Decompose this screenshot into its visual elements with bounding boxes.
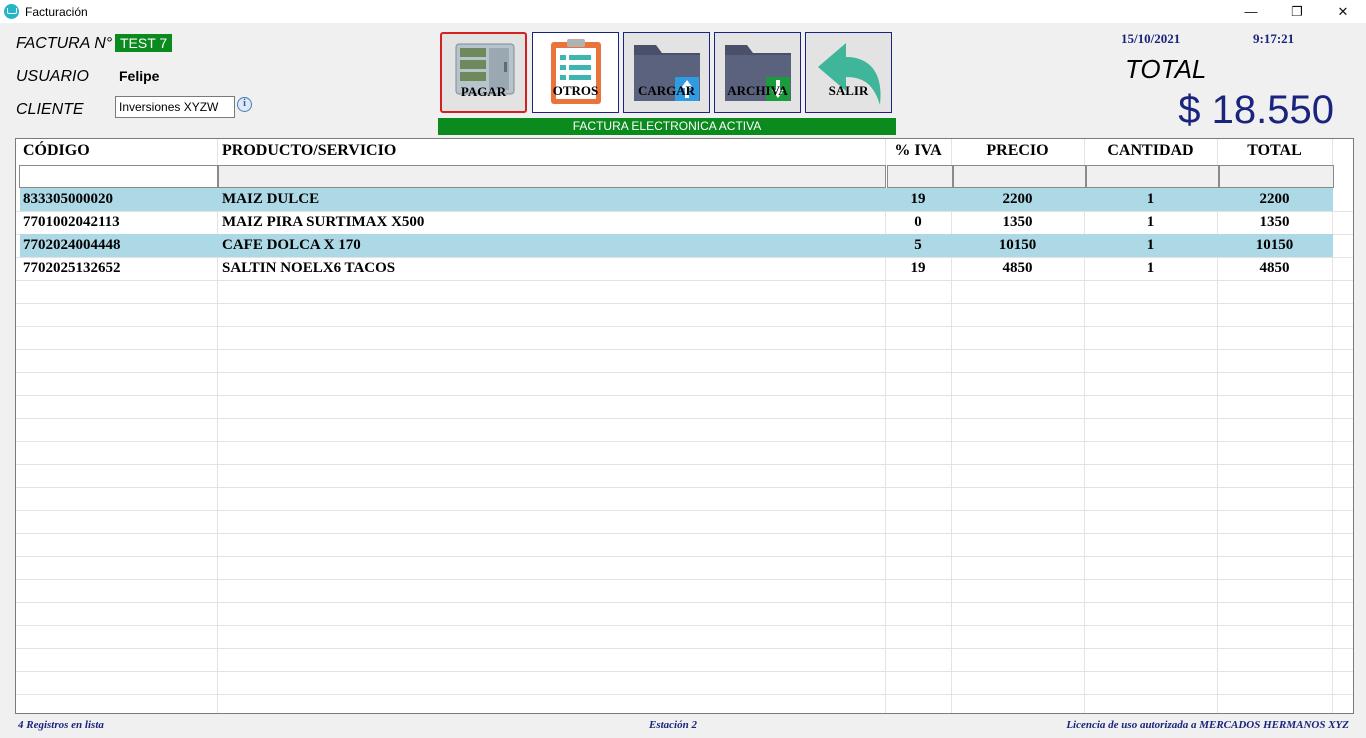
factura-number: TEST 7 <box>115 34 173 52</box>
column-header-total[interactable]: TOTAL <box>1217 139 1332 165</box>
cell-producto: MAIZ PIRA SURTIMAX X500 <box>222 214 425 230</box>
column-header-producto[interactable]: PRODUCTO/SERVICIO <box>222 139 396 165</box>
safe-icon <box>455 43 515 95</box>
filter-total-input[interactable] <box>1219 165 1334 188</box>
cell-iva: 5 <box>914 237 922 253</box>
grid-row-line <box>16 671 1353 672</box>
cell-cantidad: 1 <box>1146 237 1155 253</box>
grid-row-line <box>16 579 1353 580</box>
cell-cantidad: 1 <box>1146 214 1155 230</box>
grid-row-line <box>16 303 1353 304</box>
cell-iva: 19 <box>910 191 926 207</box>
cell-precio: 4850 <box>1002 260 1033 276</box>
cell-total: 1350 <box>1259 214 1290 230</box>
cell-codigo: 7701002042113 <box>23 214 120 230</box>
otros-label: OTROS <box>552 83 599 98</box>
table-row[interactable]: 7701002042113 MAIZ PIRA SURTIMAX X500 0 … <box>20 211 1333 234</box>
grid-row-line <box>16 372 1353 373</box>
grid-row-line <box>16 464 1353 465</box>
cell-precio: 1350 <box>1002 214 1033 230</box>
date-display: 15/10/2021 <box>1121 31 1181 46</box>
pagar-label: PAGAR <box>460 84 507 99</box>
cell-iva: 19 <box>910 260 926 276</box>
status-estacion: Estación 2 <box>649 719 697 731</box>
filter-cantidad-input[interactable] <box>1086 165 1219 188</box>
salir-button[interactable]: SALIR <box>805 32 892 113</box>
column-header-iva[interactable]: % IVA <box>885 139 951 165</box>
usuario-value: Felipe <box>119 68 160 84</box>
otros-button[interactable]: OTROS <box>532 32 619 113</box>
cell-total: 4850 <box>1259 260 1290 276</box>
cell-total: 10150 <box>1255 237 1294 253</box>
cliente-field[interactable] <box>115 96 235 118</box>
table-row[interactable]: 833305000020 MAIZ DULCE 19 2200 1 2200 <box>20 188 1333 211</box>
grid-row-line <box>16 280 1353 281</box>
status-registros: 4 Registros en lista <box>18 719 104 731</box>
factura-label: FACTURA N° <box>16 35 113 52</box>
folder-upload-icon <box>634 45 700 101</box>
filter-producto-input[interactable] <box>218 165 886 188</box>
grid-row-line <box>16 395 1353 396</box>
grid-row-line <box>16 326 1353 327</box>
grid-row-line <box>16 441 1353 442</box>
products-grid[interactable]: CÓDIGO PRODUCTO/SERVICIO % IVA PRECIO CA… <box>15 138 1354 714</box>
maximize-button[interactable]: ❐ <box>1274 0 1320 23</box>
column-header-cantidad[interactable]: CANTIDAD <box>1084 139 1217 165</box>
cell-iva: 0 <box>914 214 922 230</box>
back-arrow-icon <box>818 43 881 105</box>
cell-precio: 2200 <box>1002 191 1033 207</box>
filter-codigo-input[interactable] <box>19 165 218 188</box>
clipboard-icon <box>551 39 601 104</box>
cell-codigo: 7702024004448 <box>23 237 121 253</box>
grid-row-line <box>16 487 1353 488</box>
grid-row-line <box>16 533 1353 534</box>
title-bar: Facturación <box>0 0 1366 23</box>
cell-precio: 10150 <box>998 237 1037 253</box>
grid-row-line <box>16 625 1353 626</box>
cell-codigo: 833305000020 <box>23 191 113 207</box>
cargar-label: CARGAR <box>637 83 696 98</box>
pagar-button[interactable]: PAGAR <box>440 32 527 113</box>
grid-row-line <box>16 602 1353 603</box>
total-label: TOTAL <box>1125 54 1207 84</box>
cell-codigo: 7702025132652 <box>23 260 121 276</box>
cargar-button[interactable]: CARGAR <box>623 32 710 113</box>
window-title: Facturación <box>25 4 88 19</box>
grid-row-line <box>16 349 1353 350</box>
folder-download-icon <box>725 45 791 101</box>
total-amount: $ 18.550 <box>1178 88 1334 132</box>
column-header-precio[interactable]: PRECIO <box>951 139 1084 165</box>
usuario-label: USUARIO <box>16 68 89 85</box>
cell-producto: MAIZ DULCE <box>222 191 320 207</box>
grid-row-line <box>16 694 1353 695</box>
table-row[interactable]: 7702024004448 CAFE DOLCA X 170 5 10150 1… <box>20 234 1333 257</box>
grid-row-line <box>16 510 1353 511</box>
info-icon[interactable]: i <box>237 97 252 112</box>
archiva-button[interactable]: ARCHIVA <box>714 32 801 113</box>
column-header-codigo[interactable]: CÓDIGO <box>23 139 90 165</box>
cliente-label: CLIENTE <box>16 101 84 118</box>
close-button[interactable]: ✕ <box>1320 0 1366 23</box>
time-display: 9:17:21 <box>1253 31 1295 46</box>
cell-total: 2200 <box>1259 191 1290 207</box>
cell-cantidad: 1 <box>1146 260 1155 276</box>
filter-precio-input[interactable] <box>953 165 1086 188</box>
filter-iva-input[interactable] <box>887 165 953 188</box>
salir-label: SALIR <box>828 83 869 98</box>
grid-row-line <box>16 418 1353 419</box>
table-row[interactable]: 7702025132652 SALTIN NOELX6 TACOS 19 485… <box>20 257 1333 280</box>
grid-row-line <box>16 556 1353 557</box>
grid-row-line <box>16 648 1353 649</box>
factura-electronica-banner: FACTURA ELECTRONICA ACTIVA <box>438 118 896 135</box>
archiva-label: ARCHIVA <box>727 83 788 98</box>
status-licencia: Licencia de uso autorizada a MERCADOS HE… <box>1066 719 1349 731</box>
cell-producto: SALTIN NOELX6 TACOS <box>222 260 396 276</box>
cell-cantidad: 1 <box>1146 191 1155 207</box>
minimize-button[interactable]: — <box>1228 0 1274 23</box>
cell-producto: CAFE DOLCA X 170 <box>222 237 361 253</box>
cart-icon <box>4 4 19 19</box>
